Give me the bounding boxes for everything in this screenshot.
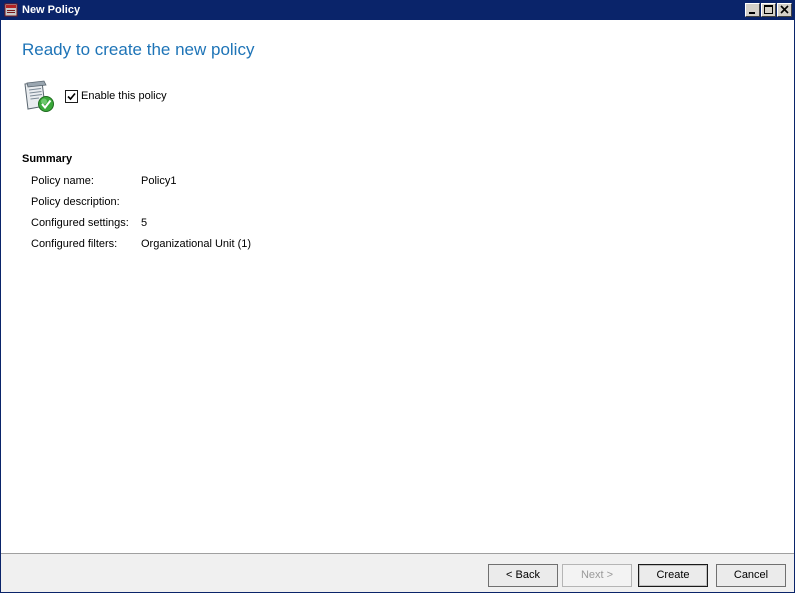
window-title: New Policy <box>22 4 81 16</box>
create-button[interactable]: Create <box>638 564 708 587</box>
summary-value: Organizational Unit (1) <box>141 238 252 250</box>
minimize-button[interactable] <box>745 3 760 17</box>
summary-label: Configured settings: <box>31 217 129 229</box>
policy-document-check-icon <box>22 80 55 113</box>
summary-value: Policy1 <box>141 175 177 187</box>
policy-app-icon <box>4 3 18 17</box>
next-button[interactable]: Next > <box>562 564 632 587</box>
summary-label: Policy description: <box>31 196 120 208</box>
checkmark-icon <box>67 92 76 101</box>
wizard-button-bar: < Back Next > Create Cancel <box>1 553 794 592</box>
new-policy-window: New Policy Ready to create the new polic… <box>0 0 795 593</box>
close-button[interactable] <box>777 3 792 17</box>
title-bar[interactable]: New Policy <box>1 1 794 20</box>
summary-label: Policy name: <box>31 175 94 187</box>
close-icon <box>780 5 789 14</box>
summary-value: 5 <box>141 217 148 229</box>
back-button[interactable]: < Back <box>488 564 558 587</box>
page-heading: Ready to create the new policy <box>22 40 255 59</box>
maximize-icon <box>764 5 773 14</box>
maximize-button[interactable] <box>761 3 776 17</box>
caption-buttons <box>745 3 792 18</box>
summary-heading: Summary <box>22 153 73 165</box>
enable-policy-checkbox[interactable] <box>65 90 78 103</box>
cancel-button[interactable]: Cancel <box>716 564 786 587</box>
minimize-icon <box>749 12 755 14</box>
summary-label: Configured filters: <box>31 238 118 250</box>
wizard-content: Ready to create the new policy Enable th… <box>1 20 794 553</box>
enable-policy-label[interactable]: Enable this policy <box>81 90 167 103</box>
